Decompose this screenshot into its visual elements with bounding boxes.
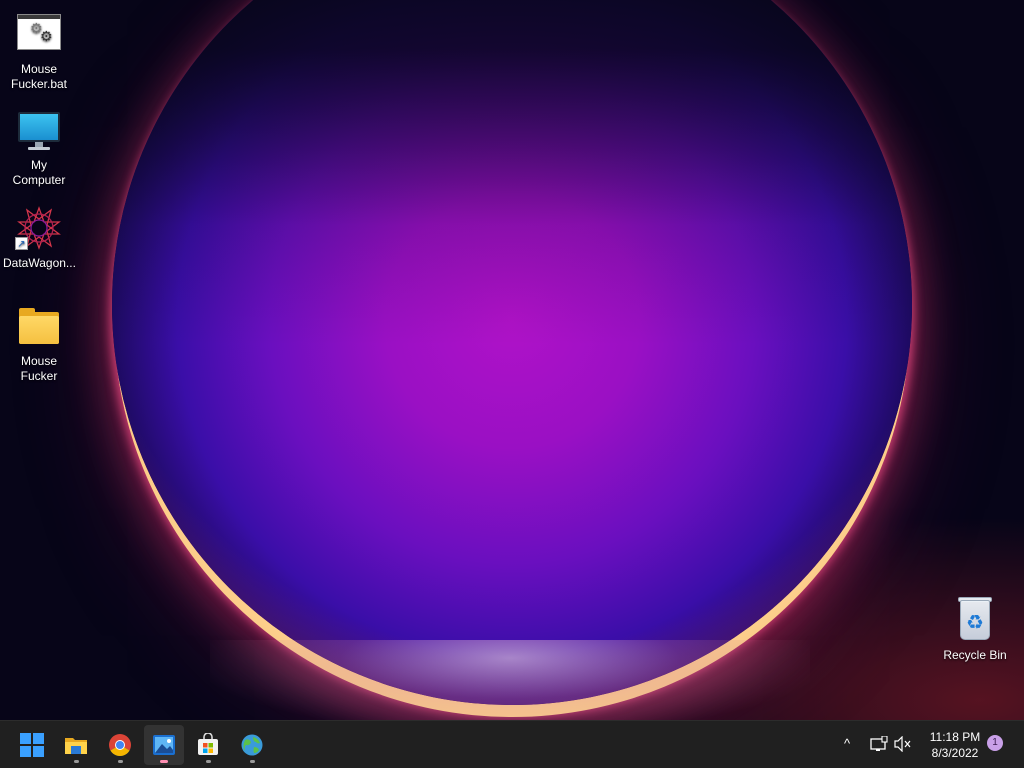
desktop-icon-label: Mouse Fucker.bat (10, 62, 68, 91)
running-indicator (74, 760, 79, 763)
chevron-up-icon[interactable]: ^ (844, 735, 850, 753)
recycle-bin-icon: ♻ (951, 596, 999, 644)
start-button[interactable] (12, 725, 52, 765)
system-tray: ^ (840, 721, 920, 768)
monitor-icon (15, 106, 63, 154)
taskbar-chrome[interactable] (100, 725, 140, 765)
taskbar-file-explorer[interactable] (56, 725, 96, 765)
datawagon-icon: ↗ (15, 204, 63, 252)
clock[interactable]: 11:18 PM 8/3/2022 (920, 729, 990, 761)
taskbar-photos[interactable] (144, 725, 184, 765)
wallpaper-orb (112, 0, 912, 705)
batch-file-icon: ⚙ ⚙ (15, 10, 63, 58)
desktop-icon-label: DataWagon... (3, 256, 76, 270)
desktop-icon-label: Recycle Bin (943, 648, 1007, 662)
chrome-icon (109, 734, 131, 756)
taskbar-microsoft-store[interactable] (188, 725, 228, 765)
network-icon[interactable] (870, 736, 888, 752)
wallpaper-glow (210, 640, 810, 720)
photos-icon (153, 735, 175, 755)
desktop-icon-mouse-fucker-folder[interactable]: Mouse Fucker (1, 302, 77, 384)
shortcut-arrow-icon: ↗ (15, 237, 28, 250)
volume-muted-icon[interactable] (894, 736, 912, 752)
folder-icon (15, 302, 63, 350)
taskbar-globe-app[interactable] (232, 725, 272, 765)
store-icon (198, 733, 218, 755)
desktop-icon-datawagon[interactable]: ↗ DataWagon... (1, 204, 77, 271)
running-indicator (118, 760, 123, 763)
globe-icon (241, 734, 263, 756)
running-indicator (250, 760, 255, 763)
notification-badge[interactable]: 1 (987, 735, 1003, 751)
desktop: ⚙ ⚙ Mouse Fucker.bat My Computer ↗ DataW… (0, 0, 1024, 720)
desktop-icon-mouse-fucker-bat[interactable]: ⚙ ⚙ Mouse Fucker.bat (1, 10, 77, 92)
folder-icon (65, 738, 87, 754)
taskbar: ^ 11:18 PM 8/3/2022 (0, 720, 1024, 768)
clock-date: 8/3/2022 (931, 746, 979, 760)
desktop-icon-label: Mouse Fucker (20, 354, 58, 383)
windows-logo-icon (20, 733, 44, 757)
clock-time: 11:18 PM (929, 730, 981, 744)
desktop-icon-label: My Computer (12, 158, 66, 187)
active-indicator (160, 760, 168, 763)
desktop-icon-my-computer[interactable]: My Computer (1, 106, 77, 188)
running-indicator (206, 760, 211, 763)
desktop-icon-recycle-bin[interactable]: ♻ Recycle Bin (937, 596, 1013, 663)
